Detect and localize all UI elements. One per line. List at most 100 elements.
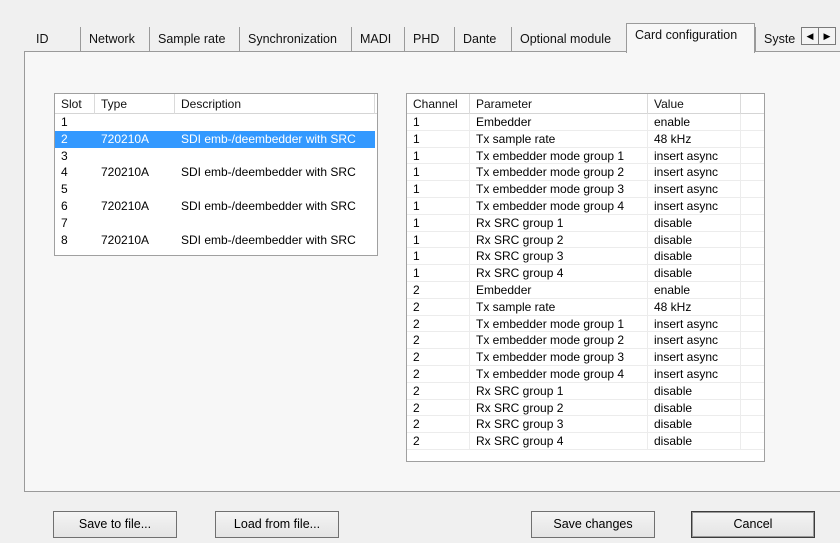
column-header-type[interactable]: Type: [95, 94, 175, 114]
value-cell: enable: [648, 114, 741, 130]
channel-cell: 2: [407, 315, 470, 332]
parameter-cell: Tx embedder mode group 4: [470, 365, 648, 382]
slot-row[interactable]: 8 720210A SDI emb-/deembedder with SRC: [55, 232, 377, 249]
slot-cell: 3: [61, 148, 68, 163]
parameter-row[interactable]: 1 Tx embedder mode group 4 insert async: [407, 197, 764, 215]
column-header-value[interactable]: Value: [648, 94, 741, 114]
channel-cell: 2: [407, 349, 470, 365]
column-header-channel[interactable]: Channel: [407, 94, 470, 114]
parameter-row[interactable]: 1 Tx embedder mode group 1 insert async: [407, 147, 764, 165]
parameter-row[interactable]: 2 Tx embedder mode group 2 insert async: [407, 332, 764, 350]
parameter-row[interactable]: 1 Rx SRC group 2 disable: [407, 231, 764, 249]
tab-sample-rate[interactable]: Sample rate: [149, 27, 234, 52]
slots-list[interactable]: Slot Type Description 1 2 720210A SDI emb-/…: [54, 93, 378, 256]
parameter-row[interactable]: 1 Tx embedder mode group 3 insert async: [407, 181, 764, 198]
slot-row[interactable]: 3: [55, 148, 377, 165]
tab-synchronization[interactable]: Synchronization: [239, 27, 349, 52]
slot-row[interactable]: 5: [55, 181, 377, 198]
slot-row[interactable]: 4 720210A SDI emb-/deembedder with SRC: [55, 164, 377, 181]
description-cell: [175, 148, 375, 165]
parameter-cell: Tx embedder mode group 2: [470, 332, 648, 349]
parameter-cell: Tx embedder mode group 2: [470, 164, 648, 181]
tab-strip: ID Network Sample rate Synchronization M…: [28, 23, 840, 53]
parameter-row[interactable]: 2 Embedder enable: [407, 281, 764, 299]
cancel-button[interactable]: Cancel: [691, 511, 815, 538]
channel-cell: 1: [407, 265, 470, 281]
value-cell: disable: [648, 214, 741, 231]
tab-system[interactable]: Syste: [755, 27, 803, 52]
tab-label: Sample rate: [158, 32, 226, 46]
column-header-slot[interactable]: Slot: [55, 94, 95, 114]
parameter-cell: Rx SRC group 4: [470, 265, 648, 281]
scroll-left-icon[interactable]: ◀: [801, 27, 819, 45]
card-configuration-panel: Slot Type Description 1 2 720210A SDI emb-/…: [24, 51, 840, 492]
tab-phd[interactable]: PHD: [404, 27, 450, 52]
value-cell: insert async: [648, 349, 741, 365]
parameter-row[interactable]: 1 Embedder enable: [407, 114, 764, 131]
parameter-row[interactable]: 2 Rx SRC group 2 disable: [407, 399, 764, 417]
channel-cell: 1: [407, 114, 470, 130]
value-cell: disable: [648, 231, 741, 248]
parameter-row[interactable]: 1 Rx SRC group 3 disable: [407, 248, 764, 266]
load-from-file-button[interactable]: Load from file...: [215, 511, 339, 538]
slot-cell: 8: [61, 232, 68, 247]
value-cell: disable: [648, 399, 741, 416]
parameter-cell: Rx SRC group 3: [470, 416, 648, 433]
value-cell: 48 kHz: [648, 130, 741, 147]
slot-row[interactable]: 7: [55, 215, 377, 232]
save-changes-button[interactable]: Save changes: [531, 511, 655, 538]
save-to-file-button[interactable]: Save to file...: [53, 511, 177, 538]
description-cell: [175, 114, 375, 131]
parameters-list-body: 1 Embedder enable 1 Tx sample rate 48 kHz 1 Tx …: [407, 114, 764, 450]
value-cell: disable: [648, 382, 741, 399]
tab-card-configuration[interactable]: Card configuration: [626, 23, 755, 53]
parameter-cell: Tx sample rate: [470, 298, 648, 315]
slot-cell: 1: [61, 115, 68, 129]
channel-cell: 1: [407, 248, 470, 265]
channel-cell: 1: [407, 197, 470, 214]
parameter-row[interactable]: 1 Tx sample rate 48 kHz: [407, 130, 764, 148]
slot-cell: 6: [61, 198, 68, 213]
parameter-row[interactable]: 2 Rx SRC group 4 disable: [407, 433, 764, 450]
parameter-row[interactable]: 1 Tx embedder mode group 2 insert async: [407, 164, 764, 182]
tab-dante[interactable]: Dante: [454, 27, 505, 52]
parameter-row[interactable]: 2 Tx embedder mode group 4 insert async: [407, 365, 764, 383]
channel-cell: 1: [407, 130, 470, 147]
parameter-row[interactable]: 1 Rx SRC group 4 disable: [407, 265, 764, 282]
tab-label: MADI: [360, 32, 392, 46]
parameter-cell: Rx SRC group 2: [470, 399, 648, 416]
parameter-row[interactable]: 1 Rx SRC group 1 disable: [407, 214, 764, 232]
scroll-right-icon[interactable]: ▶: [818, 27, 836, 45]
tab-label: PHD: [413, 32, 440, 46]
parameter-row[interactable]: 2 Rx SRC group 1 disable: [407, 382, 764, 400]
description-cell: SDI emb-/deembedder with SRC: [181, 232, 356, 247]
column-header-parameter[interactable]: Parameter: [470, 94, 648, 114]
value-cell: disable: [648, 265, 741, 281]
tab-madi[interactable]: MADI: [351, 27, 399, 52]
parameter-row[interactable]: 2 Tx sample rate 48 kHz: [407, 298, 764, 316]
type-cell: [95, 215, 175, 232]
parameter-cell: Embedder: [470, 114, 648, 130]
slot-row[interactable]: 6 720210A SDI emb-/deembedder with SRC: [55, 198, 377, 215]
parameter-row[interactable]: 2 Rx SRC group 3 disable: [407, 416, 764, 434]
column-header-description[interactable]: Description: [175, 94, 375, 114]
channel-cell: 1: [407, 231, 470, 248]
type-cell: 720210A: [101, 198, 150, 213]
channel-cell: 2: [407, 332, 470, 349]
value-cell: disable: [648, 248, 741, 265]
parameter-cell: Tx embedder mode group 3: [470, 181, 648, 197]
slots-list-body: 1 2 720210A SDI emb-/deembedder with SRC 3 4 7…: [55, 114, 377, 248]
parameters-list[interactable]: Channel Parameter Value 1 Embedder enable 1…: [406, 93, 765, 462]
parameter-row[interactable]: 2 Tx embedder mode group 3 insert async: [407, 349, 764, 366]
parameter-row[interactable]: 2 Tx embedder mode group 1 insert async: [407, 315, 764, 333]
slot-cell: 2: [55, 130, 95, 148]
tab-network[interactable]: Network: [80, 27, 146, 52]
type-cell: [95, 148, 175, 165]
parameter-cell: Rx SRC group 2: [470, 231, 648, 248]
value-cell: insert async: [648, 197, 741, 214]
slot-row[interactable]: 2 720210A SDI emb-/deembedder with SRC: [55, 130, 377, 148]
slot-row[interactable]: 1: [55, 114, 377, 131]
tab-optional-module[interactable]: Optional module: [511, 27, 624, 52]
channel-cell: 1: [407, 214, 470, 231]
tab-id[interactable]: ID: [28, 27, 76, 52]
